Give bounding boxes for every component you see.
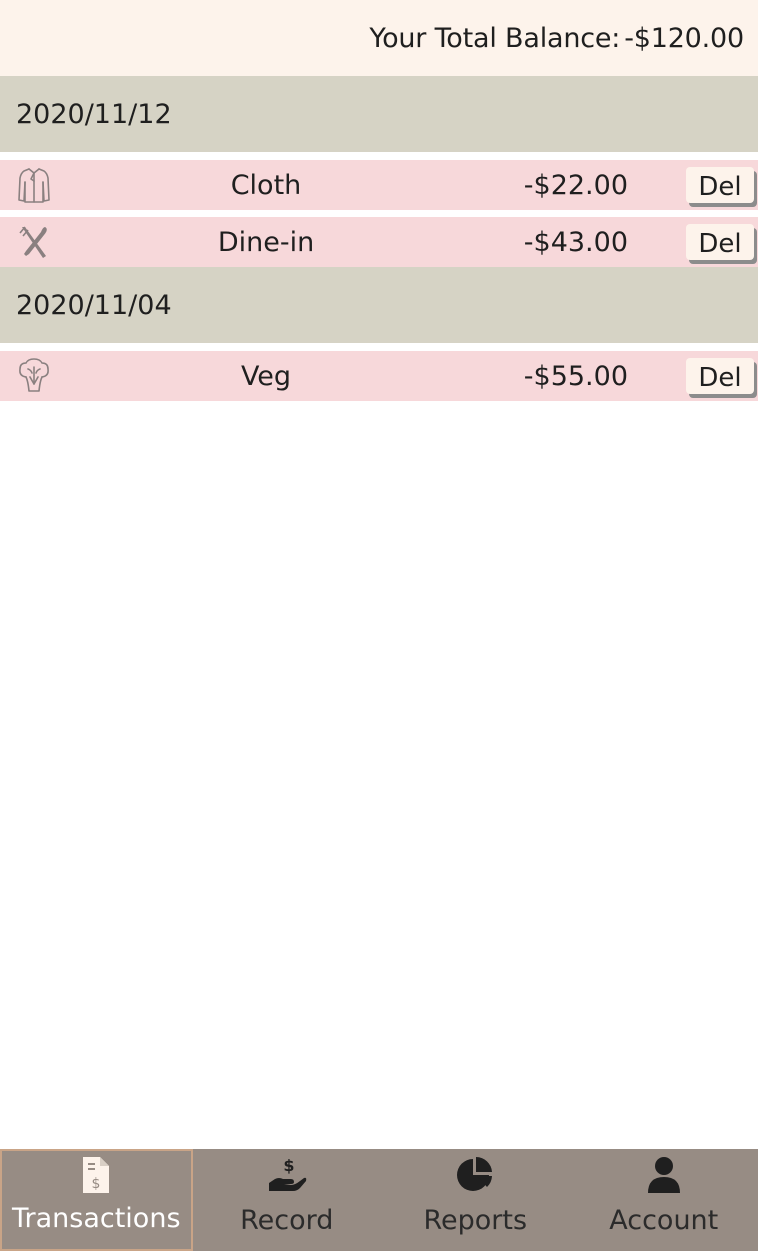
transaction-category: Cloth [230, 170, 302, 201]
delete-button[interactable]: Del [686, 358, 754, 394]
svg-text:$: $ [92, 1176, 101, 1192]
fork-knife-icon [16, 223, 52, 261]
balance-label: Your Total Balance: [369, 22, 621, 54]
date-label: 2020/11/04 [16, 289, 172, 321]
delete-button[interactable]: Del [686, 224, 754, 260]
shirt-icon [16, 166, 52, 204]
delete-button[interactable]: Del [686, 167, 754, 203]
user-icon [644, 1155, 684, 1195]
tab-account[interactable]: Account [570, 1149, 758, 1251]
pie-chart-icon [455, 1155, 495, 1195]
transaction-list: 2020/11/12 Cloth -$22.00 Del Dine-in -$4… [0, 76, 758, 401]
bottom-nav: $ Transactions $ Record Reports Account [0, 1149, 758, 1251]
transaction-row[interactable]: Cloth -$22.00 Del [0, 160, 758, 210]
tab-label: Reports [423, 1205, 528, 1236]
transaction-row[interactable]: Veg -$55.00 Del [0, 351, 758, 401]
receipt-dollar-icon: $ [76, 1155, 116, 1195]
transaction-amount: -$22.00 [523, 170, 628, 201]
tab-label: Record [240, 1205, 334, 1236]
balance-header: Your Total Balance: -$120.00 [0, 0, 758, 76]
tab-reports[interactable]: Reports [381, 1149, 570, 1251]
svg-text:$: $ [283, 1156, 294, 1175]
transaction-category: Veg [240, 361, 292, 392]
transaction-amount: -$55.00 [523, 361, 628, 392]
balance-value: -$120.00 [624, 22, 744, 54]
transaction-amount: -$43.00 [523, 227, 628, 258]
tab-label: Transactions [11, 1203, 181, 1234]
date-label: 2020/11/12 [16, 98, 172, 130]
tab-transactions[interactable]: $ Transactions [0, 1149, 193, 1251]
date-header: 2020/11/04 [0, 267, 758, 351]
transaction-category: Dine-in [217, 227, 315, 258]
broccoli-icon [16, 357, 52, 395]
transaction-row[interactable]: Dine-in -$43.00 Del [0, 217, 758, 267]
hand-dollar-icon: $ [267, 1155, 307, 1195]
tab-record[interactable]: $ Record [193, 1149, 382, 1251]
date-header: 2020/11/12 [0, 76, 758, 160]
tab-label: Account [609, 1205, 719, 1236]
